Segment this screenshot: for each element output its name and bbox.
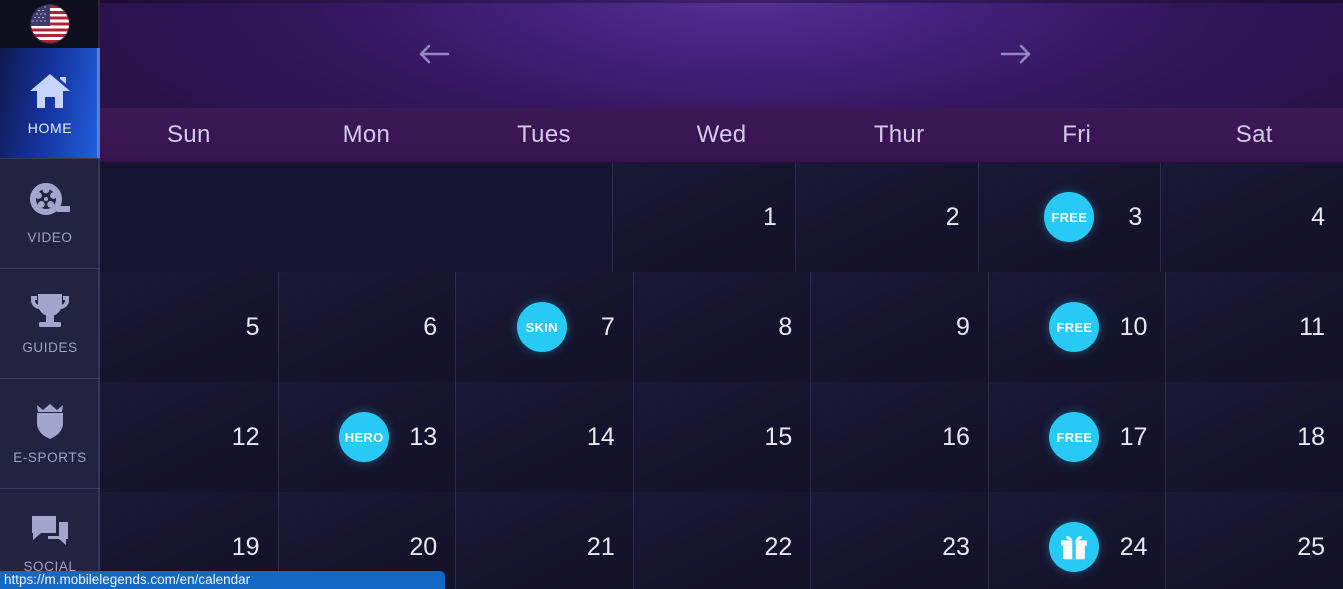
gift-badge-icon[interactable] bbox=[1049, 522, 1100, 572]
weekday-sat: Sat bbox=[1235, 121, 1273, 148]
weekday-thur: Thur bbox=[873, 121, 925, 148]
day-number: 13 bbox=[409, 422, 438, 451]
flag-canton bbox=[31, 5, 50, 26]
calendar-day-cell[interactable]: 16 bbox=[810, 382, 988, 492]
hero-badge-icon[interactable]: HERO bbox=[339, 412, 390, 462]
calendar-day-cell[interactable]: 12 bbox=[100, 382, 278, 492]
calendar-day-cell[interactable]: 24 bbox=[987, 492, 1166, 589]
calendar-cell-empty bbox=[100, 162, 613, 272]
skin-badge-icon[interactable]: SKIN bbox=[516, 302, 567, 352]
home-icon bbox=[28, 71, 72, 111]
day-number: 1 bbox=[762, 202, 777, 231]
weekday-header-row: Sun Mon Tues Wed Thur Fri Sat bbox=[100, 108, 1343, 162]
shield-icon bbox=[27, 401, 73, 441]
sidebar-item-video[interactable]: VIDEO bbox=[0, 158, 100, 268]
trophy-icon bbox=[27, 291, 73, 331]
badge-label: FREE bbox=[1056, 319, 1093, 335]
status-url-text: https://m.mobilelegends.com/en/calendar bbox=[4, 572, 251, 587]
calendar-day-cell[interactable]: 6 bbox=[277, 272, 456, 382]
calendar-day-cell[interactable]: 22 bbox=[632, 492, 811, 589]
weekday-wed: Wed bbox=[696, 121, 747, 148]
weekday-fri: Fri bbox=[1062, 121, 1092, 148]
calendar-day-cell[interactable]: 21 bbox=[455, 492, 633, 589]
day-number: 6 bbox=[423, 312, 438, 341]
calendar-day-cell[interactable]: FREE 3 bbox=[977, 162, 1161, 272]
free-badge-icon[interactable]: FREE bbox=[1044, 192, 1095, 242]
day-number: 14 bbox=[586, 422, 615, 451]
arrow-right-icon[interactable] bbox=[993, 31, 1039, 77]
day-number: 12 bbox=[231, 422, 260, 451]
calendar-week-row: 12 HERO 13 14 15 16 FREE 17 18 bbox=[100, 382, 1343, 492]
day-number: 24 bbox=[1119, 532, 1148, 561]
calendar-day-cell[interactable]: 4 bbox=[1160, 162, 1343, 272]
calendar-day-cell[interactable]: 18 bbox=[1165, 382, 1343, 492]
status-url-bar: https://m.mobilelegends.com/en/calendar bbox=[0, 571, 445, 589]
day-number: 7 bbox=[600, 312, 615, 341]
day-number: 21 bbox=[586, 532, 615, 561]
day-number: 20 bbox=[409, 532, 438, 561]
calendar-day-cell[interactable]: 14 bbox=[455, 382, 633, 492]
sidebar: HOME VIDEO GUIDES E-SPORTS SOCIAL bbox=[0, 0, 100, 589]
calendar-day-cell[interactable]: 9 bbox=[810, 272, 988, 382]
calendar-day-cell[interactable]: 1 bbox=[612, 162, 795, 272]
weekday-tues: Tues bbox=[517, 121, 571, 148]
calendar-header bbox=[100, 0, 1343, 108]
day-number: 9 bbox=[955, 312, 970, 341]
day-number: 5 bbox=[245, 312, 260, 341]
weekday-mon: Mon bbox=[342, 121, 391, 148]
calendar-day-cell[interactable]: FREE 10 bbox=[987, 272, 1166, 382]
chat-icon bbox=[28, 512, 72, 550]
day-number: 17 bbox=[1119, 422, 1148, 451]
free-badge-icon[interactable]: FREE bbox=[1049, 412, 1100, 462]
film-reel-icon bbox=[28, 181, 72, 221]
day-number: 23 bbox=[942, 532, 970, 561]
day-number: 18 bbox=[1297, 422, 1326, 451]
sidebar-item-label-guides: GUIDES bbox=[22, 340, 78, 355]
badge-label: HERO bbox=[344, 429, 384, 445]
day-number: 10 bbox=[1119, 312, 1148, 341]
day-number: 3 bbox=[1128, 202, 1143, 231]
calendar-day-cell[interactable]: 15 bbox=[632, 382, 811, 492]
day-number: 15 bbox=[764, 422, 793, 451]
sidebar-item-label-esports: E-SPORTS bbox=[13, 450, 87, 465]
sidebar-item-guides[interactable]: GUIDES bbox=[0, 268, 100, 378]
badge-label: FREE bbox=[1051, 209, 1088, 225]
calendar-grid: 1 2 FREE 3 4 5 6 SKIN 7 8 9 FREE 10 11 12 HERO 13 14 15 16 F… bbox=[100, 162, 1343, 589]
day-number: 16 bbox=[942, 422, 970, 451]
free-badge-icon[interactable]: FREE bbox=[1049, 302, 1100, 352]
calendar-day-cell[interactable]: 25 bbox=[1165, 492, 1343, 589]
arrow-left-icon[interactable] bbox=[411, 31, 457, 77]
calendar-day-cell[interactable]: 2 bbox=[794, 162, 978, 272]
calendar-day-cell[interactable]: SKIN 7 bbox=[455, 272, 633, 382]
sidebar-item-label-video: VIDEO bbox=[27, 230, 73, 245]
sidebar-item-esports[interactable]: E-SPORTS bbox=[0, 378, 100, 488]
day-number: 25 bbox=[1297, 532, 1326, 561]
calendar-day-cell[interactable]: 23 bbox=[810, 492, 988, 589]
calendar-week-row: 5 6 SKIN 7 8 9 FREE 10 11 bbox=[100, 272, 1343, 382]
day-number: 11 bbox=[1299, 312, 1326, 341]
day-number: 2 bbox=[945, 202, 960, 231]
calendar-page: HOME VIDEO GUIDES E-SPORTS SOCIAL Sun Mo… bbox=[0, 0, 1343, 589]
calendar-day-cell[interactable]: 11 bbox=[1165, 272, 1343, 382]
day-number: 4 bbox=[1311, 202, 1326, 231]
calendar-day-cell[interactable]: 8 bbox=[632, 272, 811, 382]
calendar-week-row: 1 2 FREE 3 4 bbox=[100, 162, 1343, 272]
calendar-day-cell[interactable]: HERO 13 bbox=[277, 382, 456, 492]
sidebar-item-home[interactable]: HOME bbox=[0, 48, 100, 158]
weekday-sun: Sun bbox=[166, 121, 211, 148]
day-number: 8 bbox=[778, 312, 793, 341]
sidebar-item-label-home: HOME bbox=[27, 119, 73, 136]
calendar-day-cell[interactable]: FREE 17 bbox=[987, 382, 1166, 492]
day-number: 19 bbox=[231, 532, 260, 561]
us-flag-icon bbox=[31, 5, 69, 43]
badge-label: FREE bbox=[1056, 429, 1093, 445]
day-number: 22 bbox=[764, 532, 793, 561]
language-flag-button[interactable] bbox=[0, 0, 100, 48]
calendar-day-cell[interactable]: 5 bbox=[100, 272, 278, 382]
badge-label: SKIN bbox=[525, 319, 558, 335]
